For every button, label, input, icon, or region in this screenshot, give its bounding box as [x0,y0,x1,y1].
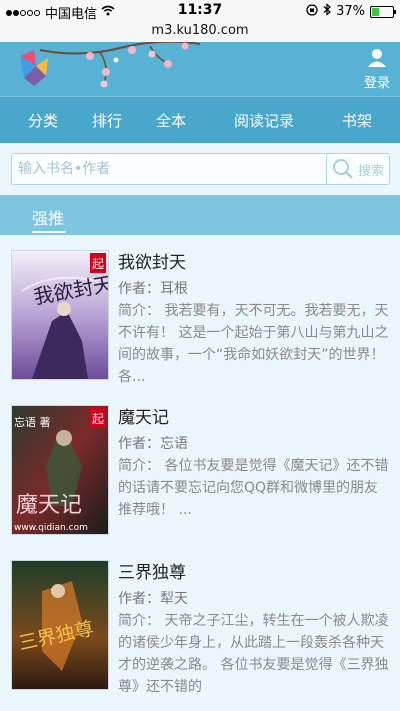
book-cover[interactable]: 忘语 著 魔天记 www.qidian.com 起 [11,405,109,535]
search-button[interactable]: 搜索 [326,154,389,184]
book-info: 魔天记 作者：忘语 简介： 各位书友要是觉得《魔天记》还不错的话请不要忘记向您Q… [118,403,390,543]
cover-badge: 起 [92,412,104,426]
intro-label: 简介： [118,613,160,629]
author-label: 作者： [118,281,160,297]
active-tab-indicator [32,231,66,233]
nav-item-ranking[interactable]: 排行 [92,110,122,131]
book-title[interactable]: 我欲封天 [118,248,390,273]
login-button[interactable]: 登录 [362,48,392,91]
login-label: 登录 [363,76,390,91]
cover-author-text: 忘语 著 [14,415,51,429]
tab-featured[interactable]: 强推 [32,205,66,233]
book-intro: 简介： 各位书友要是觉得《魔天记》还不错的话请不要忘记向您QQ群和微博里的朋友推… [118,455,390,543]
section-title: 强推 [32,209,65,228]
status-right: 37% [306,3,396,20]
url-bar[interactable]: m3.ku180.com [0,22,400,42]
book-author: 作者：耳根 [118,278,390,298]
battery-icon [370,5,396,18]
cover-site-text: www.qidian.com [14,523,88,533]
author-label: 作者： [118,436,160,452]
book-title[interactable]: 三界独尊 [118,558,390,583]
author-name: 耳根 [160,281,188,297]
status-bar: 中国电信 11:37 37% [0,0,400,22]
book-intro: 简介： 我若要有，天不可无。我若要无，天不许有！ 这是一个起始于第八山与第九山之… [118,300,390,388]
nav-item-reading-history[interactable]: 阅读记录 [234,110,294,131]
bluetooth-icon [323,3,332,20]
author-name: 犁天 [160,591,188,607]
author-name: 忘语 [160,436,188,452]
nav-item-bookshelf[interactable]: 书架 [342,110,372,131]
site-logo[interactable] [14,48,54,88]
cover-title-text: 魔天记 [16,493,82,518]
main-nav: 分类 排行 全本 阅读记录 书架 [0,96,400,144]
orientation-lock-icon [306,3,318,20]
book-item[interactable]: 三界独尊 三界独尊 作者：犁天 简介： 天帝之子江尘，转生在一个被人欺凌的诸侯少… [0,546,400,696]
user-icon [368,49,386,67]
book-cover[interactable]: 我欲封天 起 [11,250,109,380]
search-box: 搜索 [11,153,390,185]
book-author: 作者：犁天 [118,588,390,608]
book-item[interactable]: 忘语 著 魔天记 www.qidian.com 起 魔天记 作者：忘语 简介： … [0,391,400,541]
cover-badge: 起 [92,257,104,271]
nav-item-category[interactable]: 分类 [28,110,58,131]
intro-label: 简介： [118,458,160,474]
search-icon [332,159,353,179]
nav-item-complete[interactable]: 全本 [156,110,186,131]
search-input[interactable] [12,154,326,184]
book-intro: 简介： 天帝之子江尘，转生在一个被人欺凌的诸侯少年身上，从此踏上一段轰杀各种天才… [118,610,390,698]
book-item[interactable]: 我欲封天 起 我欲封天 作者：耳根 简介： 我若要有，天不可无。我若要无，天不许… [0,236,400,386]
book-info: 我欲封天 作者：耳根 简介： 我若要有，天不可无。我若要无，天不许有！ 这是一个… [118,248,390,388]
search-area: 搜索 [0,143,400,195]
author-label: 作者： [118,591,160,607]
book-title[interactable]: 魔天记 [118,403,390,428]
book-info: 三界独尊 作者：犁天 简介： 天帝之子江尘，转生在一个被人欺凌的诸侯少年身上，从… [118,558,390,698]
site-header: 登录 [0,42,400,96]
battery-percent: 37% [336,4,365,19]
book-cover[interactable]: 三界独尊 [11,560,109,690]
intro-label: 简介： [118,303,160,319]
search-button-label: 搜索 [357,163,384,179]
blossom-branch-decoration [40,42,200,88]
book-author: 作者：忘语 [118,433,390,453]
section-header: 强推 [0,195,400,235]
